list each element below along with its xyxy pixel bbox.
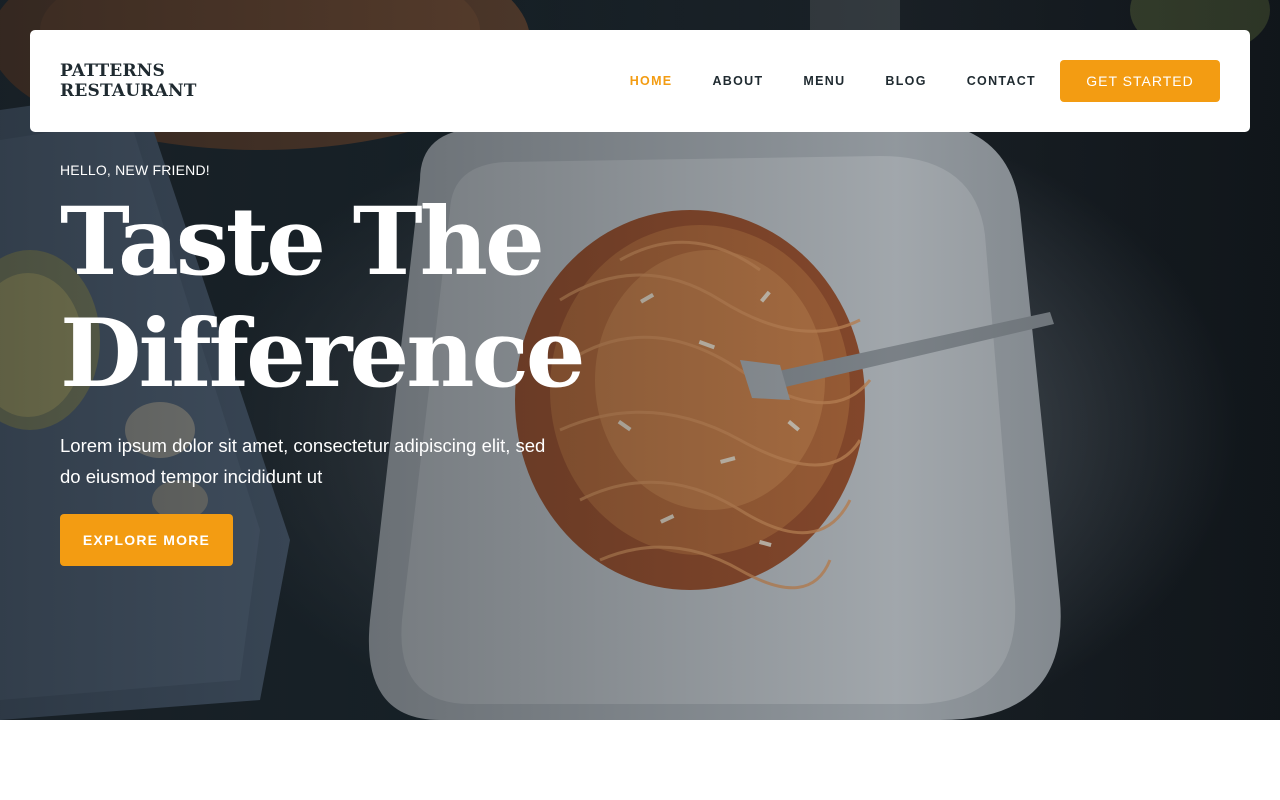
nav-link-about[interactable]: ABOUT [712,74,763,88]
hero-headline: Taste The Difference [60,186,620,410]
nav-menu: HOME ABOUT MENU BLOG CONTACT [590,72,1036,90]
site-logo[interactable]: PATTERNS RESTAURANT [60,61,220,101]
nav-link-home[interactable]: HOME [630,74,673,88]
nav-item-menu: MENU [803,72,845,90]
get-started-button[interactable]: GET STARTED [1060,60,1220,102]
nav-link-blog[interactable]: BLOG [885,74,926,88]
logo-line-2: RESTAURANT [60,81,197,101]
nav-link-menu[interactable]: MENU [803,74,845,88]
nav-item-contact: CONTACT [967,72,1036,90]
logo-line-1: PATTERNS [60,61,166,81]
explore-more-button[interactable]: EXPLORE MORE [60,514,233,566]
nav-right: HOME ABOUT MENU BLOG CONTACT GET STARTED [590,60,1220,102]
hero-headline-line-1: Taste The [60,187,545,297]
hero-description: Lorem ipsum dolor sit amet, consectetur … [60,435,546,487]
hero-content: HELLO, NEW FRIEND! Taste The Difference … [60,162,620,566]
nav-item-home: HOME [630,72,673,90]
nav-item-about: ABOUT [712,72,763,90]
navbar: PATTERNS RESTAURANT HOME ABOUT MENU BLOG… [30,30,1250,132]
nav-item-blog: BLOG [885,72,926,90]
hero-eyebrow: HELLO, NEW FRIEND! [60,162,210,178]
nav-link-contact[interactable]: CONTACT [967,74,1036,88]
hero-headline-line-2: Difference [60,299,586,409]
